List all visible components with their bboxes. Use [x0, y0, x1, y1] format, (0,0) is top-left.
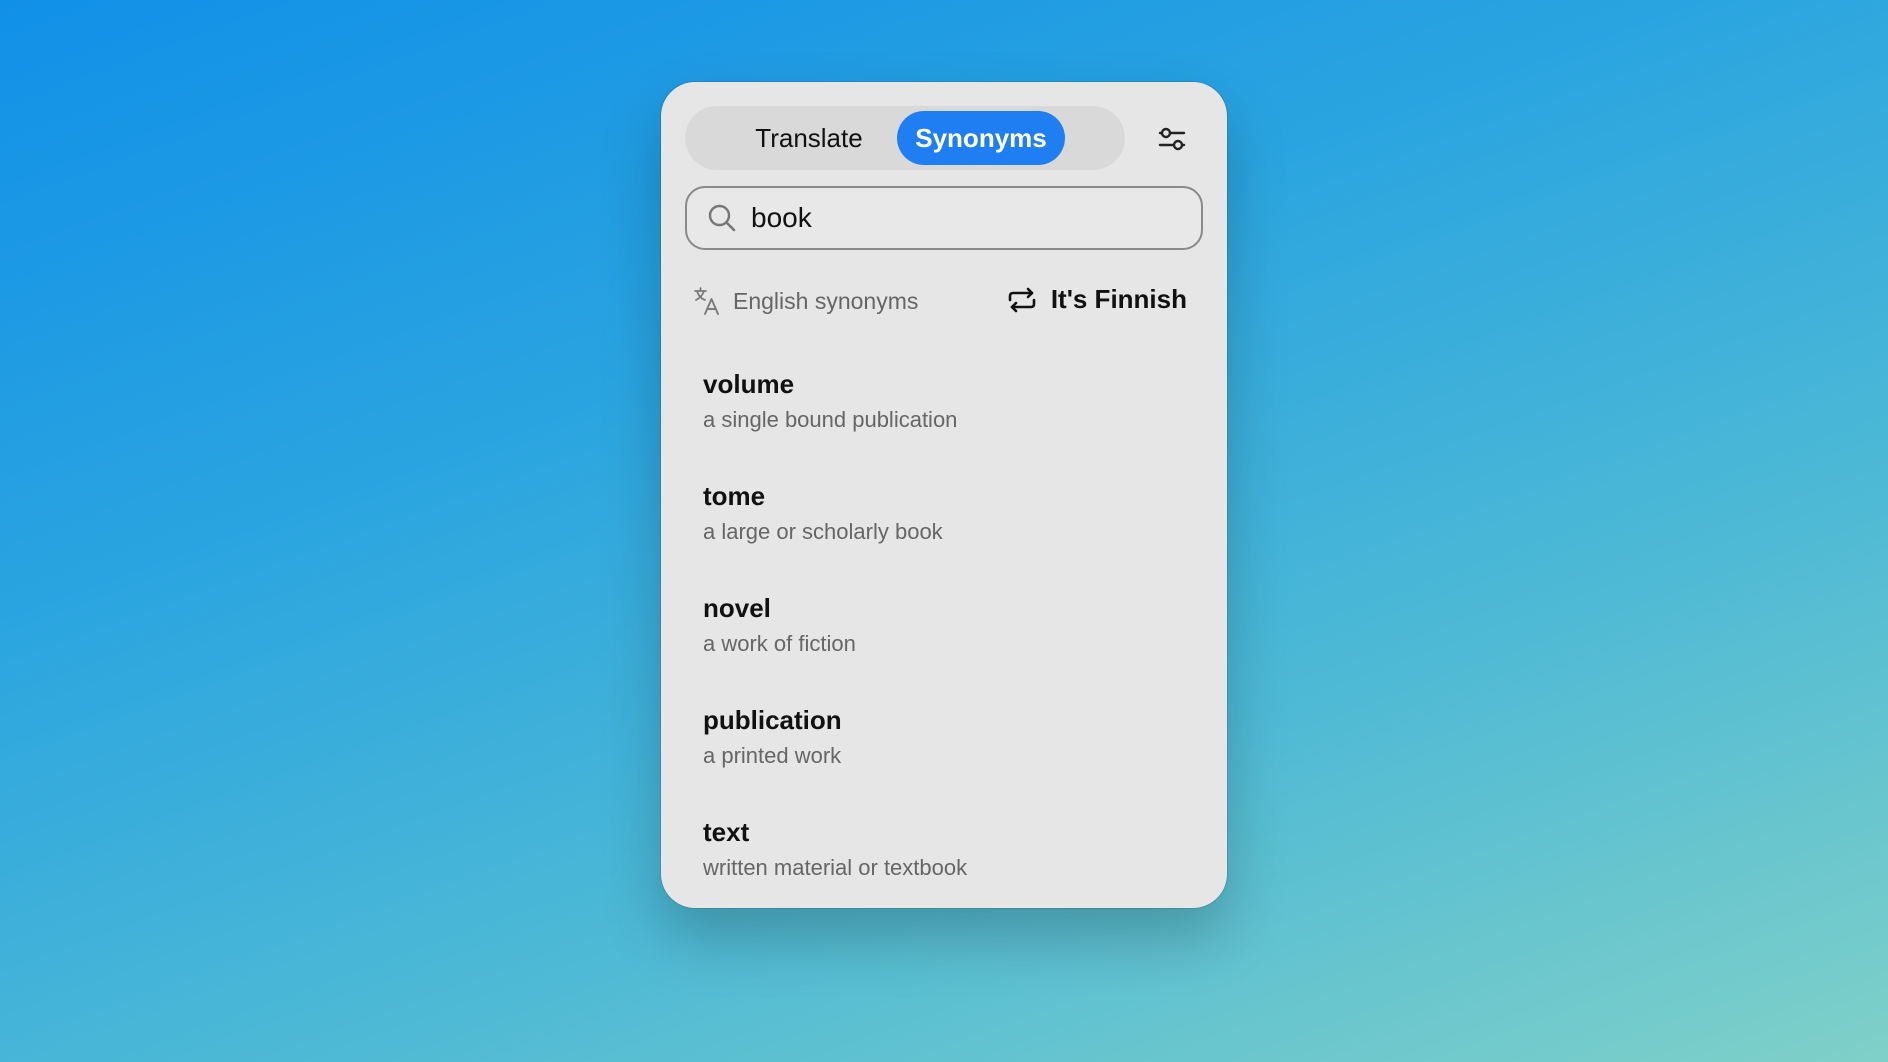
- search-icon: [708, 204, 736, 232]
- synonym-definition: a printed work: [703, 743, 842, 768]
- search-input[interactable]: [751, 188, 1181, 248]
- synonyms-popover: Translate Synonyms English synonyms: [661, 82, 1227, 908]
- repeat-icon: [1008, 287, 1036, 312]
- language-label-text: English synonyms: [733, 287, 919, 314]
- sliders-icon: [1158, 127, 1186, 151]
- synonym-word: volume: [703, 369, 795, 399]
- switch-language-button[interactable]: It's Finnish: [1007, 284, 1187, 315]
- language-row: English synonyms It's Finnish: [693, 282, 1203, 322]
- tab-synonyms[interactable]: Synonyms: [897, 111, 1065, 165]
- synonym-definition: a single bound publication: [703, 407, 958, 432]
- synonym-word: publication: [703, 705, 842, 735]
- language-label: English synonyms: [693, 286, 918, 316]
- search-field: [685, 186, 1203, 250]
- synonym-definition: a work of fiction: [703, 631, 856, 656]
- synonym-word: novel: [703, 593, 771, 623]
- list-item[interactable]: publication a printed work: [703, 702, 1193, 814]
- tab-translate[interactable]: Translate: [741, 111, 877, 165]
- synonym-definition: written material or textbook: [703, 855, 968, 880]
- list-item[interactable]: text written material or textbook: [703, 814, 1193, 926]
- synonym-word: text: [703, 817, 750, 847]
- list-item[interactable]: tome a large or scholarly book: [703, 478, 1193, 590]
- settings-button[interactable]: [1149, 116, 1195, 162]
- list-item[interactable]: novel a work of fiction: [703, 590, 1193, 702]
- list-item[interactable]: volume a single bound publication: [703, 366, 1193, 478]
- switch-language-label: It's Finnish: [1050, 284, 1187, 314]
- synonym-definition: a large or scholarly book: [703, 519, 943, 544]
- mode-segmented-control: Translate Synonyms: [685, 106, 1125, 170]
- synonym-list: volume a single bound publication tome a…: [703, 366, 1193, 926]
- synonym-word: tome: [703, 481, 766, 511]
- translate-icon: [694, 287, 719, 315]
